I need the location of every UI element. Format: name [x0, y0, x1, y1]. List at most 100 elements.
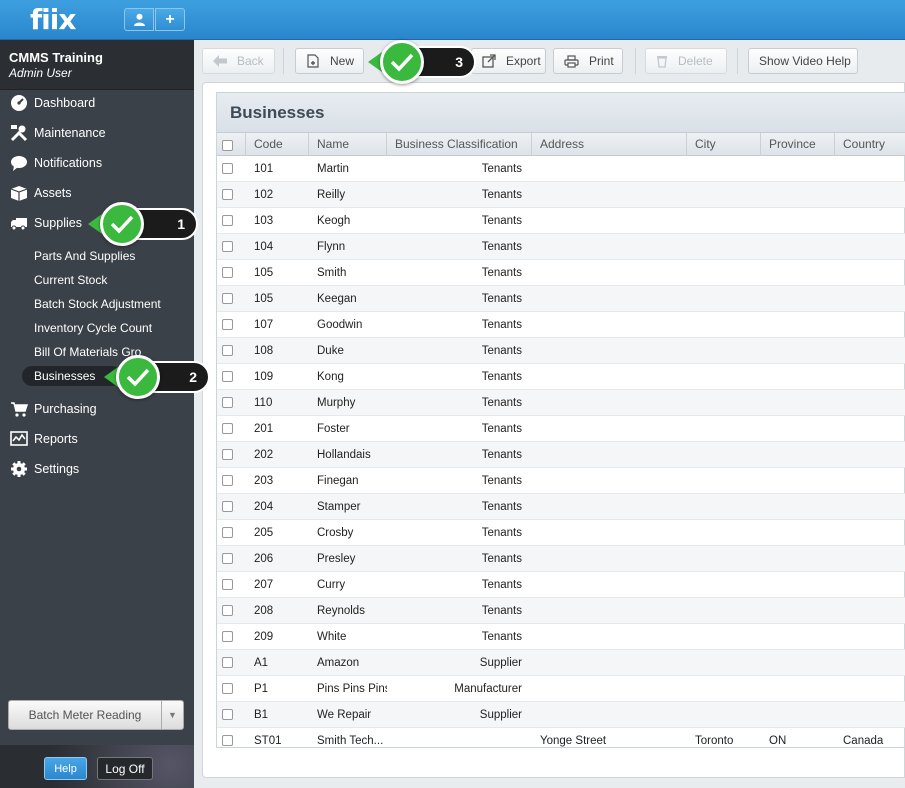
- column-header-name[interactable]: Name: [309, 133, 387, 156]
- user-profile-button[interactable]: [124, 8, 154, 31]
- sub-item-batch-stock-adjustment[interactable]: Batch Stock Adjustment: [34, 294, 161, 314]
- cell-code: B1: [254, 709, 269, 721]
- table-row[interactable]: 105 Smith Tenants: [217, 260, 905, 286]
- row-checkbox[interactable]: [222, 215, 233, 226]
- cell-name: Pins Pins Pins: [317, 683, 387, 695]
- cell-address: [532, 572, 687, 598]
- table-row[interactable]: 109 Kong Tenants: [217, 364, 905, 390]
- row-checkbox[interactable]: [222, 501, 233, 512]
- batch-meter-reading-button[interactable]: Batch Meter Reading: [9, 701, 161, 729]
- box-icon: [9, 184, 29, 202]
- nav-item-dashboard[interactable]: Dashboard: [0, 88, 194, 118]
- row-checkbox[interactable]: [222, 319, 233, 330]
- row-checkbox[interactable]: [222, 579, 233, 590]
- help-button[interactable]: Help: [44, 757, 87, 780]
- table-row[interactable]: 105 Keegan Tenants: [217, 286, 905, 312]
- row-checkbox[interactable]: [222, 371, 233, 382]
- cell-country: [835, 364, 905, 390]
- column-header-address[interactable]: Address: [532, 133, 687, 156]
- nav-item-settings[interactable]: Settings: [0, 454, 194, 484]
- row-checkbox[interactable]: [222, 631, 233, 642]
- cell-name: Martin: [317, 163, 349, 175]
- sub-item-inventory-cycle-count[interactable]: Inventory Cycle Count: [34, 318, 152, 338]
- nav-item-notifications[interactable]: Notifications: [0, 148, 194, 178]
- cell-business-classification: Tenants: [481, 163, 522, 175]
- column-header-province[interactable]: Province: [761, 133, 835, 156]
- table-row[interactable]: 208 Reynolds Tenants: [217, 598, 905, 624]
- table-row[interactable]: B1 We Repair Supplier: [217, 702, 905, 728]
- row-checkbox[interactable]: [222, 163, 233, 174]
- row-checkbox[interactable]: [222, 683, 233, 694]
- table-row[interactable]: 108 Duke Tenants: [217, 338, 905, 364]
- cell-province: [761, 442, 835, 468]
- chart-icon: [9, 430, 29, 448]
- table-row[interactable]: A1 Amazon Supplier: [217, 650, 905, 676]
- table-row[interactable]: 107 Goodwin Tenants: [217, 312, 905, 338]
- quick-add-button[interactable]: +: [155, 8, 185, 31]
- table-row[interactable]: 205 Crosby Tenants: [217, 520, 905, 546]
- column-header-country[interactable]: Country: [835, 133, 905, 156]
- cell-name: Crosby: [317, 527, 354, 539]
- select-all-checkbox[interactable]: [222, 140, 233, 151]
- row-checkbox[interactable]: [222, 449, 233, 460]
- cell-city: [687, 676, 761, 702]
- cell-city: Toronto: [695, 735, 734, 747]
- table-row[interactable]: 202 Hollandais Tenants: [217, 442, 905, 468]
- chevron-down-icon[interactable]: ▼: [161, 701, 183, 729]
- cell-business-classification: Supplier: [479, 657, 522, 669]
- new-button[interactable]: New: [295, 48, 364, 74]
- fiix-logo[interactable]: fiix: [30, 3, 76, 36]
- table-row[interactable]: P1 Pins Pins Pins Manufacturer: [217, 676, 905, 702]
- print-button[interactable]: Print: [553, 48, 623, 74]
- cell-country: [835, 286, 905, 312]
- gear-icon: [9, 460, 29, 478]
- export-button[interactable]: Export: [471, 48, 546, 74]
- row-checkbox[interactable]: [222, 709, 233, 720]
- table-row[interactable]: 201 Foster Tenants: [217, 416, 905, 442]
- column-header-business-classification[interactable]: Business Classification: [387, 133, 532, 156]
- row-checkbox[interactable]: [222, 345, 233, 356]
- table-row[interactable]: 203 Finegan Tenants: [217, 468, 905, 494]
- column-header-code[interactable]: Code: [246, 133, 309, 156]
- toolbar: Back New Export Print Delete Show Video …: [194, 40, 905, 82]
- row-checkbox[interactable]: [222, 189, 233, 200]
- row-checkbox[interactable]: [222, 553, 233, 564]
- arrow-left-icon: [213, 55, 227, 67]
- show-video-help-button[interactable]: Show Video Help: [748, 48, 858, 74]
- row-checkbox[interactable]: [222, 605, 233, 616]
- row-checkbox[interactable]: [222, 241, 233, 252]
- cell-name: Smith Tech...: [317, 735, 384, 747]
- table-row[interactable]: ST01 Smith Tech... Yonge Street Toronto ON Ca…: [217, 728, 905, 747]
- nav-item-maintenance[interactable]: Maintenance: [0, 118, 194, 148]
- row-checkbox[interactable]: [222, 397, 233, 408]
- log-off-button[interactable]: Log Off: [97, 757, 153, 780]
- back-button[interactable]: Back: [202, 48, 275, 74]
- toolbar-divider: [737, 48, 738, 74]
- delete-button[interactable]: Delete: [645, 48, 727, 74]
- column-header-city[interactable]: City: [687, 133, 761, 156]
- table-row[interactable]: 206 Presley Tenants: [217, 546, 905, 572]
- row-checkbox[interactable]: [222, 735, 233, 746]
- row-checkbox[interactable]: [222, 475, 233, 486]
- cell-country: Canada: [843, 735, 884, 747]
- cell-code: 207: [254, 579, 274, 591]
- row-checkbox[interactable]: [222, 267, 233, 278]
- sub-item-current-stock[interactable]: Current Stock: [34, 270, 107, 290]
- table-row[interactable]: 104 Flynn Tenants: [217, 234, 905, 260]
- row-checkbox[interactable]: [222, 657, 233, 668]
- batch-meter-reading-dropdown[interactable]: Batch Meter Reading ▼: [8, 700, 184, 730]
- table-row[interactable]: 207 Curry Tenants: [217, 572, 905, 598]
- row-checkbox[interactable]: [222, 293, 233, 304]
- cell-city: [687, 546, 761, 572]
- table-row[interactable]: 101 Martin Tenants: [217, 156, 905, 182]
- table-row[interactable]: 103 Keogh Tenants: [217, 208, 905, 234]
- table-row[interactable]: 204 Stamper Tenants: [217, 494, 905, 520]
- nav-item-reports[interactable]: Reports: [0, 424, 194, 454]
- table-row[interactable]: 110 Murphy Tenants: [217, 390, 905, 416]
- row-checkbox[interactable]: [222, 527, 233, 538]
- sub-item-parts-and-supplies[interactable]: Parts And Supplies: [34, 246, 135, 266]
- table-row[interactable]: 209 White Tenants: [217, 624, 905, 650]
- row-checkbox[interactable]: [222, 423, 233, 434]
- cell-name: Finegan: [317, 475, 359, 487]
- table-row[interactable]: 102 Reilly Tenants: [217, 182, 905, 208]
